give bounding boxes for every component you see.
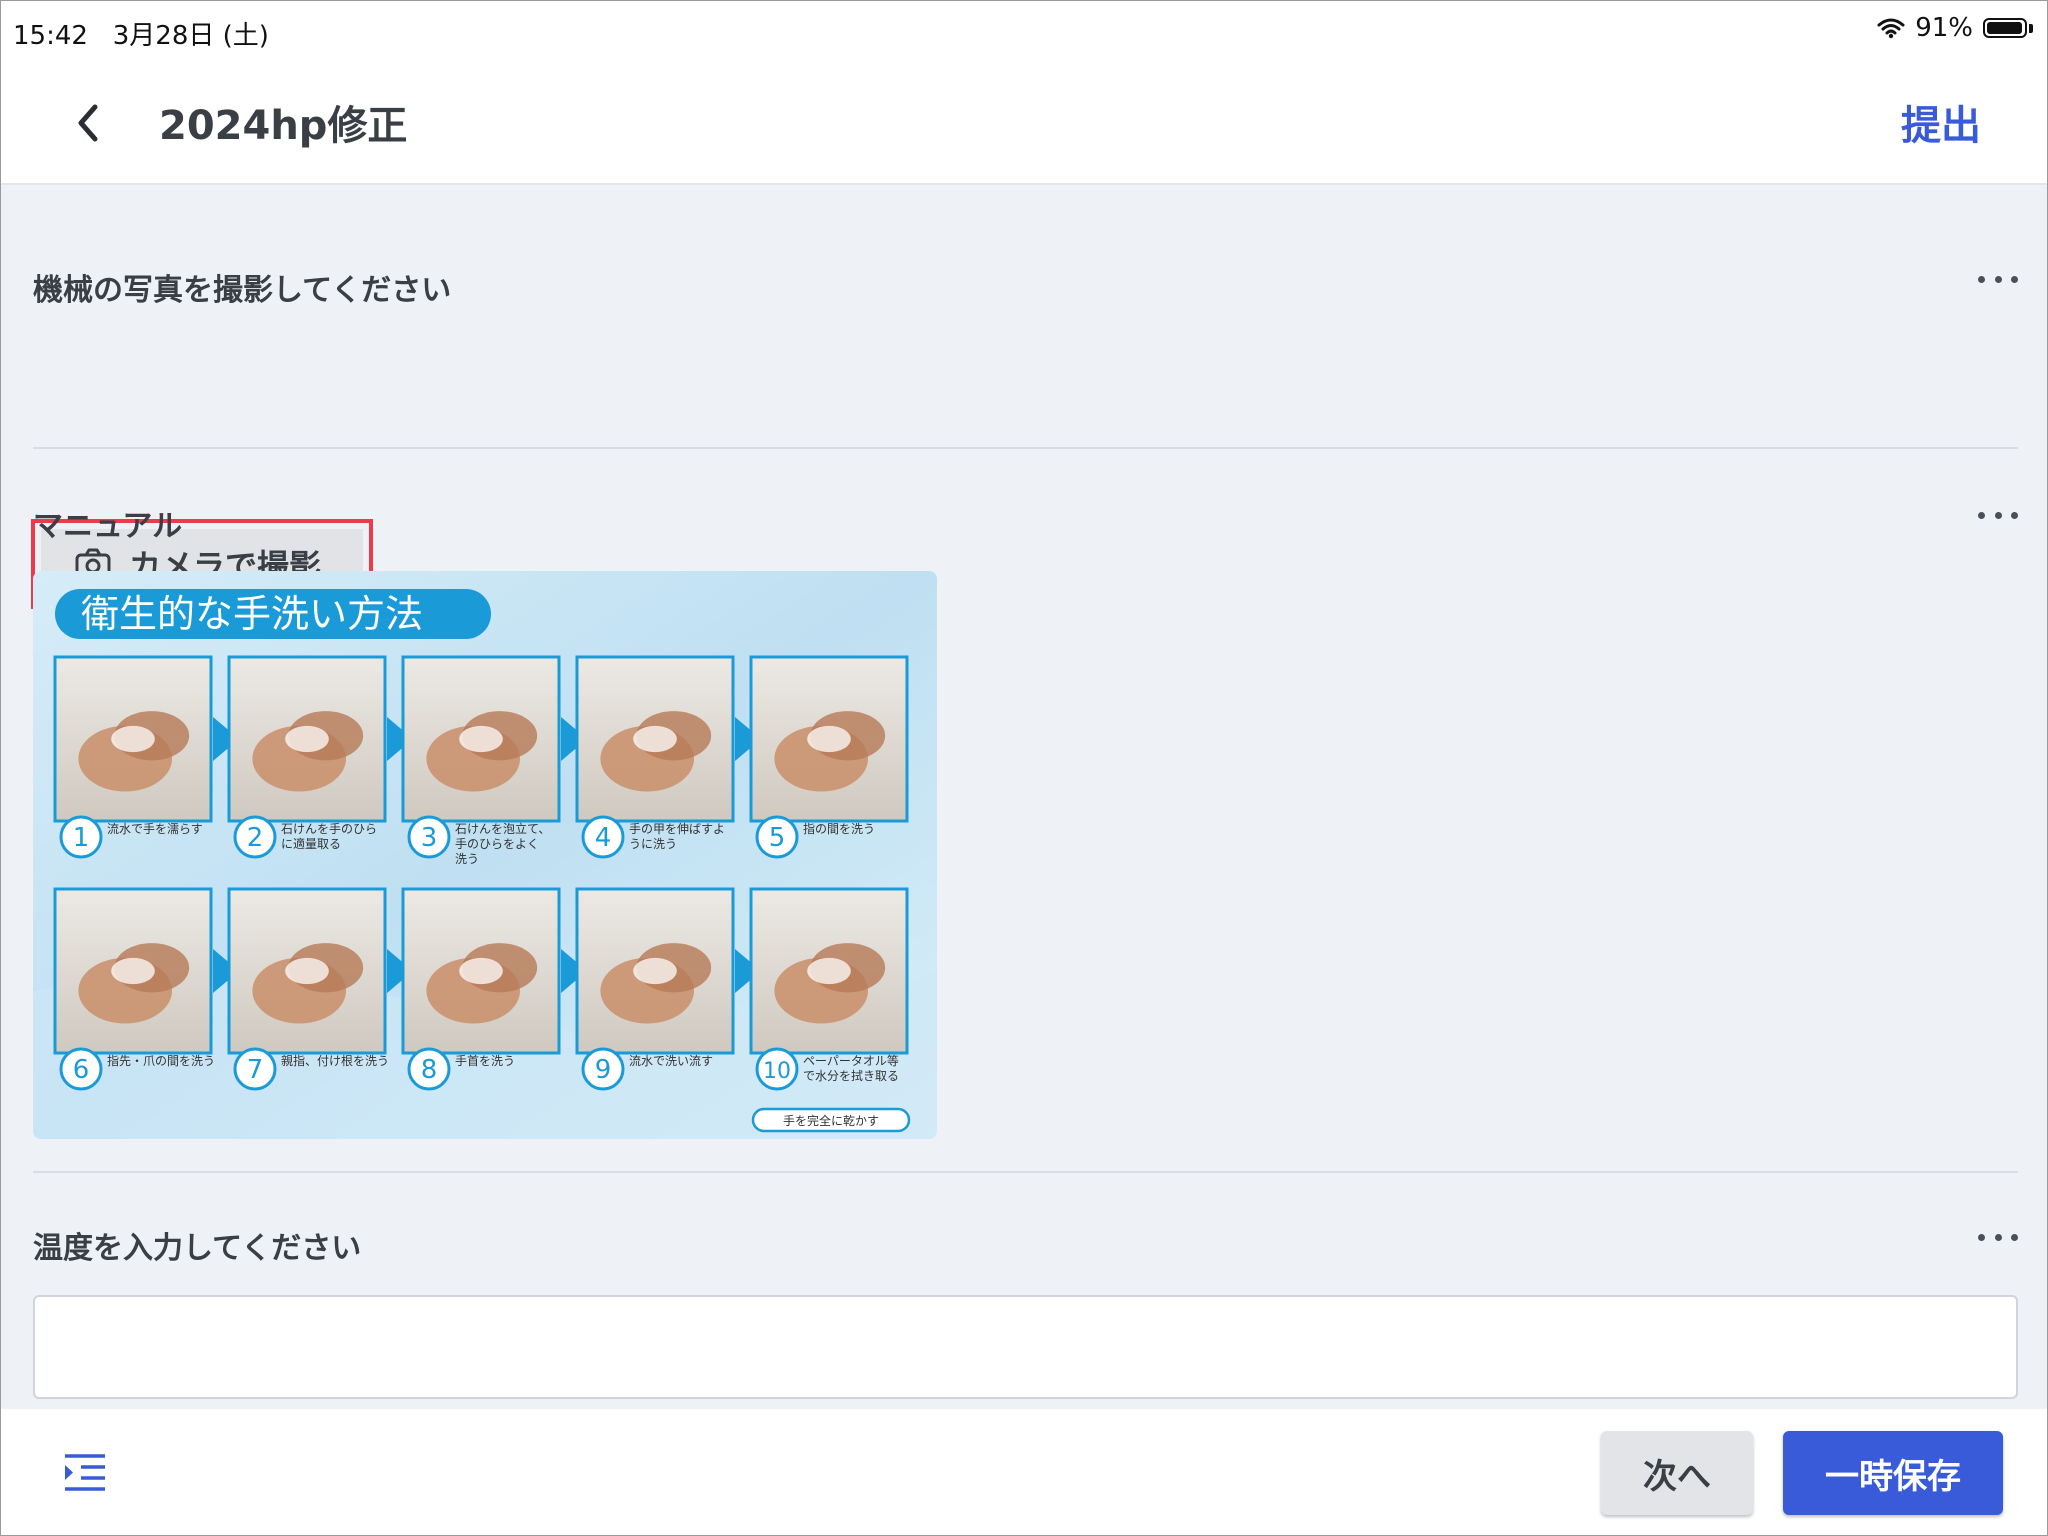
temperature-input[interactable] [33,1295,2018,1399]
manual-heading: 衛生的な手洗い方法 [81,592,423,636]
temperature-section-header: 温度を入力してください [33,1223,2018,1283]
manual-more-icon[interactable] [1978,505,2018,525]
section-divider [33,447,2018,449]
manual-step-text: 指の間を洗う [803,821,875,836]
manual-step-text: に適量取る [281,836,341,851]
manual-step-number: 2 [247,823,264,853]
manual-step-number: 6 [73,1055,90,1085]
app-frame: 15:42 3月28日 (土) 91% 2024hp修正 提出 機械の写真を撮影… [0,0,2048,1536]
manual-step-text: 洗う [455,852,479,866]
temperature-section-title: 温度を入力してください [33,1231,362,1266]
photo-section-header: 機械の写真を撮影してください [33,265,2018,325]
battery-icon [1983,18,2027,38]
manual-step-number: 3 [421,823,438,853]
manual-step-text: 流水で洗い流す [629,1054,713,1068]
back-button[interactable] [69,101,109,145]
status-indicators: 91% [1877,13,2033,43]
photo-section-title: 機械の写真を撮影してください [33,273,452,308]
manual-step: 10 ペーパータオル等で水分を拭き取る [749,887,909,1091]
manual-step-text: 指先・爪の間を洗う [107,1053,215,1068]
manual-step: 7 親指、付け根を洗う [227,887,413,1091]
save-draft-button[interactable]: 一時保存 [1783,1431,2003,1515]
form-content[interactable]: 機械の写真を撮影してください カメラで撮影 マニュアル 衛生的な手洗い方法 1 … [1,185,2047,1409]
manual-step-number: 1 [73,823,90,853]
next-button[interactable]: 次へ [1601,1431,1753,1515]
manual-step-text: 手首を洗う [455,1054,515,1068]
manual-step-text: 流水で手を濡らす [107,822,203,836]
status-time: 15:42 [13,21,88,51]
manual-section-header: マニュアル [33,501,2018,561]
manual-section-title: マニュアル [33,509,183,544]
bottom-toolbar: 次へ 一時保存 [1,1409,2047,1535]
manual-step-text: 石けんを手のひら [281,822,377,836]
app-header: 2024hp修正 提出 [1,63,2047,185]
manual-step-text: 親指、付け根を洗う [281,1053,389,1068]
manual-step-text: ペーパータオル等 [803,1054,899,1068]
manual-step-text: 石けんを泡立て、 [455,821,550,836]
status-date: 3月28日 (土) [112,21,269,51]
page-title: 2024hp修正 [159,103,408,149]
battery-cap [2029,23,2033,33]
manual-step: 6 指先・爪の間を洗う [53,887,239,1091]
status-bar: 15:42 3月28日 (土) 91% [1,1,2047,63]
manual-step-number: 4 [595,823,612,853]
manual-step-number: 8 [421,1055,438,1085]
manual-step-number: 7 [247,1055,264,1085]
manual-step-number: 10 [763,1059,791,1084]
manual-step-number: 5 [769,823,786,853]
wifi-icon [1877,18,1905,39]
submit-button[interactable]: 提出 [1901,93,1981,151]
photo-more-icon[interactable] [1978,269,2018,289]
manual-step-text: うに洗う [629,837,677,851]
manual-step-text: で水分を拭き取る [803,1069,899,1083]
manual-step-text: 手のひらをよく [455,837,539,851]
handwashing-manual-image: 衛生的な手洗い方法 1 流水で手を濡らす 2 石けんを手のひらに適量取る 3 石けんを泡立… [33,571,937,1139]
temperature-more-icon[interactable] [1978,1227,2018,1247]
manual-step-text: 手の甲を伸ばすよ [629,822,725,836]
battery-percent: 91% [1915,13,1973,43]
status-datetime: 15:42 3月28日 (土) [13,15,269,52]
manual-final-badge: 手を完全に乾かす [783,1113,879,1128]
chevron-left-icon [78,104,98,142]
outline-list-icon[interactable] [63,1453,107,1493]
manual-step-number: 9 [595,1055,612,1085]
section-divider [33,1171,2018,1173]
